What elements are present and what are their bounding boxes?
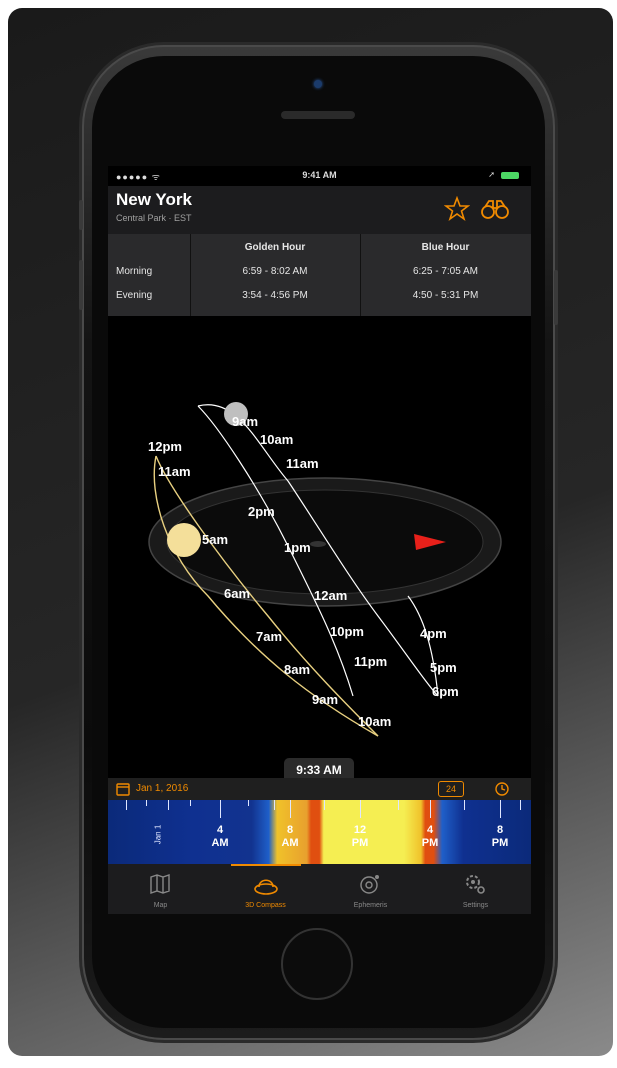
timeline-tick (290, 800, 291, 818)
tab-label-ephemeris: Ephemeris (353, 902, 388, 909)
front-camera (314, 80, 322, 88)
timeline-label-4pm: 4 PM (421, 824, 439, 849)
home-button[interactable] (281, 928, 353, 1000)
timeline-tick (126, 800, 127, 810)
moon-label: 4pm (420, 626, 447, 641)
ephemeris-icon (360, 875, 379, 894)
evening-blue-hour: 4:50 - 5:31 PM (412, 290, 479, 301)
battery-icon (501, 172, 519, 179)
golden-blue-hour-table: Golden Hour Blue Hour Morning 6:59 - 8:0… (108, 234, 531, 316)
morning-golden-hour: 6:59 - 8:02 AM (242, 266, 308, 277)
timeline-tick (430, 800, 431, 818)
map-icon (150, 874, 170, 894)
moon-label: 5pm (430, 660, 457, 675)
status-bar: ●●●●● ᯤ 9:41 AM ➚ (108, 166, 531, 186)
tab-3d-compass[interactable]: 3D Compass (213, 864, 318, 914)
timeline-tick (168, 800, 169, 810)
binoculars-icon[interactable] (480, 198, 510, 220)
timeline-label-8pm: 8 PM (491, 824, 509, 849)
timeline-label-12pm: 12 PM (351, 824, 369, 849)
tab-ephemeris[interactable]: Ephemeris (318, 864, 423, 914)
timeline-tick (146, 800, 147, 806)
calendar-icon[interactable] (116, 782, 130, 796)
moon-label: 10pm (330, 624, 364, 639)
sun-label: 6am (224, 586, 250, 601)
compass-3d-view[interactable]: 9am 10am 11am 2pm 1pm 12am 10pm 11pm 4pm… (108, 316, 531, 776)
timeline-tick (398, 800, 399, 810)
earpiece-speaker (281, 111, 355, 119)
current-time-chip[interactable]: 9:33 AM (284, 758, 354, 780)
blue-hour-header: Blue Hour (421, 242, 470, 253)
24h-toggle-badge[interactable]: 24 (438, 781, 464, 797)
timeline-day-label: Jan 1 (153, 824, 163, 845)
timeline-tick (248, 800, 249, 806)
sun-label: 8am (284, 662, 310, 677)
location-header[interactable]: New York Central Park · EST (108, 186, 531, 234)
sun-label: 12pm (148, 439, 182, 454)
sun-label: 5am (202, 532, 228, 547)
date-bar: Jan 1, 2016 24 (108, 778, 531, 800)
tab-map[interactable]: Map (108, 864, 213, 914)
moon-label: 11pm (354, 654, 387, 669)
morning-blue-hour: 6:25 - 7:05 AM (412, 266, 479, 277)
moon-label: 12am (314, 588, 347, 603)
tab-label-3d-compass: 3D Compass (245, 902, 286, 909)
tab-label-settings: Settings (462, 902, 489, 909)
timeline-tick (360, 800, 361, 818)
selected-date[interactable]: Jan 1, 2016 (136, 783, 188, 794)
sun-icon (167, 523, 201, 557)
side-button (79, 200, 83, 230)
status-time: 9:41 AM (302, 170, 337, 180)
sun-label: 7am (256, 629, 282, 644)
location-subtitle: Central Park · EST (116, 213, 192, 223)
timeline-tick (520, 800, 521, 810)
app-screen: ●●●●● ᯤ 9:41 AM ➚ New York Central Park … (108, 166, 531, 914)
time-scrubber[interactable]: Jan 1 4 AM 8 AM 12 PM 4 PM 8 PM (108, 800, 531, 864)
compass-3d-icon (254, 879, 278, 895)
moon-label: 10am (260, 432, 293, 447)
row-label-morning: Morning (116, 266, 153, 277)
row-label-evening: Evening (116, 290, 153, 301)
timeline-label-8am: 8 AM (281, 824, 299, 849)
timeline-tick (464, 800, 465, 810)
settings-icon (466, 875, 485, 894)
evening-golden-hour: 3:54 - 4:56 PM (242, 290, 308, 301)
side-button (79, 260, 83, 310)
sun-label: 10am (358, 714, 391, 729)
moon-label: 2pm (248, 504, 275, 519)
timeline-tick (274, 800, 275, 810)
timeline-tick (500, 800, 501, 818)
location-arrow-icon: ➚ (488, 170, 495, 179)
tab-label-map: Map (153, 902, 168, 909)
timeline-label-4am: 4 AM (211, 824, 229, 849)
side-button (554, 270, 558, 325)
star-icon[interactable] (444, 196, 470, 222)
tab-bar: Map 3D Compass Ephemeris Settings (108, 864, 531, 914)
timeline-tick (190, 800, 191, 806)
moon-label: 6pm (432, 684, 459, 699)
moon-label: 9am (232, 414, 258, 429)
sun-moon-path-diagram: 9am 10am 11am 2pm 1pm 12am 10pm 11pm 4pm… (148, 402, 502, 737)
timeline-tick (220, 800, 221, 818)
clock-icon[interactable] (494, 781, 510, 797)
moon-label: 11am (286, 456, 319, 471)
sun-label: 11am (158, 464, 191, 479)
golden-hour-header: Golden Hour (244, 242, 306, 253)
timeline-tick (324, 800, 325, 810)
tab-settings[interactable]: Settings (423, 864, 528, 914)
moon-label: 1pm (284, 540, 311, 555)
city-name[interactable]: New York (116, 190, 192, 210)
sun-label: 9am (312, 692, 338, 707)
